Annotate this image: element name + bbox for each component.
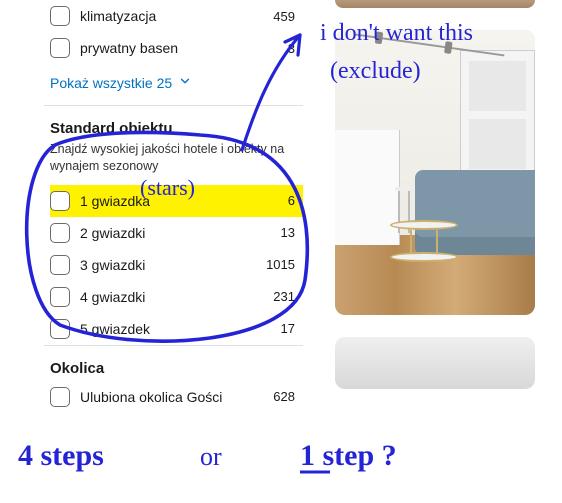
filter-label: 4 gwiazdki xyxy=(80,289,145,305)
checkbox[interactable] xyxy=(50,319,70,339)
checkbox[interactable] xyxy=(50,38,70,58)
section-title-standard: Standard obiektu xyxy=(50,106,303,141)
filter-label: 1 gwiazdka xyxy=(80,193,150,209)
filter-label: prywatny basen xyxy=(80,40,178,56)
filter-count: 231 xyxy=(273,289,295,304)
checkbox[interactable] xyxy=(50,223,70,243)
filter-row-1-gwiazdka[interactable]: 1 gwiazdka 6 xyxy=(50,185,303,217)
checkbox[interactable] xyxy=(50,191,70,211)
filter-label: Ulubiona okolica Gości xyxy=(80,389,222,405)
filter-row-2-gwiazdki[interactable]: 2 gwiazdki 13 xyxy=(50,217,303,249)
filter-count: 1015 xyxy=(266,257,295,272)
checkbox[interactable] xyxy=(50,287,70,307)
checkbox[interactable] xyxy=(50,387,70,407)
filter-row-prywatny-basen[interactable]: prywatny basen 3 xyxy=(50,32,303,64)
filter-count: 17 xyxy=(281,321,295,336)
filter-count: 6 xyxy=(288,193,295,208)
results-column xyxy=(335,0,535,413)
filter-label: 3 gwiazdki xyxy=(80,257,145,273)
chevron-down-icon xyxy=(178,74,192,91)
filter-row-klimatyzacja[interactable]: klimatyzacja 459 xyxy=(50,0,303,32)
filter-label: 2 gwiazdki xyxy=(80,225,145,241)
filter-count: 3 xyxy=(288,41,295,56)
filter-row-3-gwiazdki[interactable]: 3 gwiazdki 1015 xyxy=(50,249,303,281)
filter-count: 628 xyxy=(273,389,295,404)
listing-thumb-prev[interactable] xyxy=(335,0,535,8)
annotation-1-step: 1 step ? xyxy=(300,439,397,472)
checkbox[interactable] xyxy=(50,6,70,26)
section-subtitle-standard: Znajdź wysokiej jakości hotele i obiekty… xyxy=(50,141,303,185)
annotation-4-steps: 4 steps xyxy=(18,439,104,472)
show-all-label: Pokaż wszystkie 25 xyxy=(50,75,172,91)
listing-thumb-main[interactable] xyxy=(335,30,535,315)
section-title-okolica: Okolica xyxy=(50,346,303,381)
checkbox[interactable] xyxy=(50,255,70,275)
filter-count: 13 xyxy=(281,225,295,240)
filters-panel: klimatyzacja 459 prywatny basen 3 Pokaż … xyxy=(50,0,315,413)
filter-label: 5 gwiazdek xyxy=(80,321,150,337)
listing-thumb-next[interactable] xyxy=(335,337,535,389)
filter-label: klimatyzacja xyxy=(80,8,156,24)
filter-row-5-gwiazdek[interactable]: 5 gwiazdek 17 xyxy=(50,313,303,345)
annotation-or: or xyxy=(200,442,222,471)
show-all-link[interactable]: Pokaż wszystkie 25 xyxy=(50,64,303,105)
filter-row-4-gwiazdki[interactable]: 4 gwiazdki 231 xyxy=(50,281,303,313)
filter-row-ulubiona-okolica[interactable]: Ulubiona okolica Gości 628 xyxy=(50,381,303,413)
filter-count: 459 xyxy=(273,9,295,24)
